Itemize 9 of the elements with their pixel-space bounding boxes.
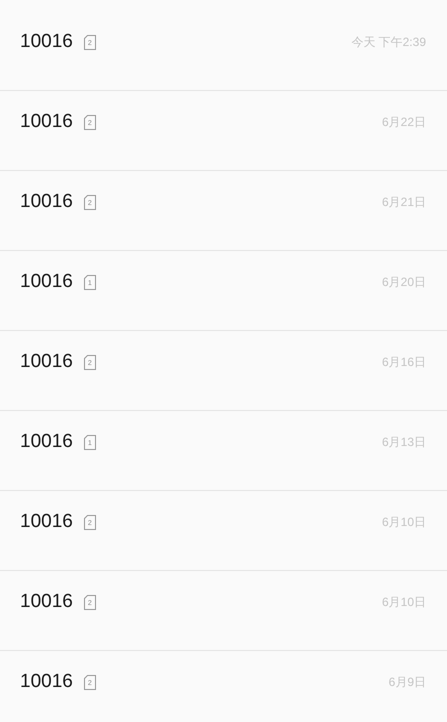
sender-name: 10016 (20, 190, 73, 214)
sender-name: 10016 (20, 270, 73, 294)
sender-name: 10016 (20, 30, 73, 54)
sender-name: 10016 (20, 110, 73, 134)
sender-name: 10016 (20, 430, 73, 454)
sender-name: 10016 (20, 590, 73, 614)
sender-name: 10016 (20, 510, 73, 534)
sender-name: 10016 (20, 350, 73, 374)
sender-name: 10016 (20, 670, 73, 694)
